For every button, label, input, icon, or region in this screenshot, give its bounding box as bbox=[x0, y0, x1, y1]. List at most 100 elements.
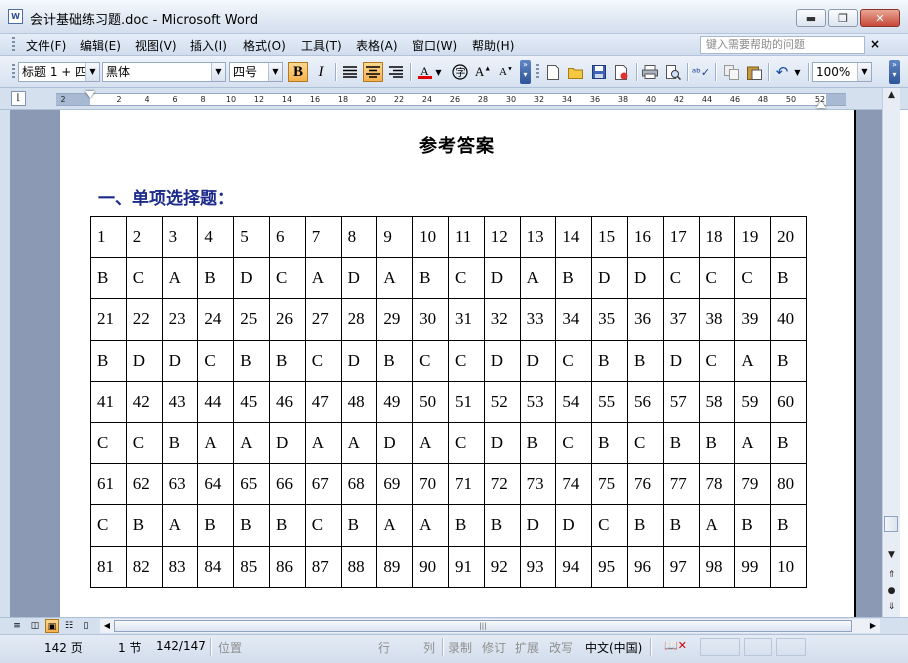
answer-cell[interactable]: D bbox=[483, 339, 521, 382]
print-preview-button[interactable] bbox=[663, 62, 683, 82]
answer-cell[interactable]: B bbox=[340, 504, 378, 547]
answer-cell[interactable]: A bbox=[161, 257, 199, 300]
spelling-button[interactable]: ᵃᵇ✓ bbox=[691, 62, 711, 82]
answer-cell[interactable]: C bbox=[555, 339, 593, 382]
question-number-cell[interactable]: 10 bbox=[770, 545, 807, 588]
question-number-cell[interactable]: 78 bbox=[698, 463, 736, 506]
font-combo[interactable]: 黑体 ▼ bbox=[102, 62, 226, 82]
question-number-cell[interactable]: 48 bbox=[340, 380, 378, 423]
answer-cell[interactable]: A bbox=[412, 421, 449, 465]
answer-cell[interactable]: D bbox=[340, 339, 378, 382]
answer-cell[interactable]: B bbox=[519, 421, 557, 465]
question-number-cell[interactable]: 94 bbox=[555, 545, 593, 588]
reading-view-icon[interactable]: ▯ bbox=[79, 619, 93, 633]
question-number-cell[interactable]: 29 bbox=[376, 298, 414, 341]
question-number-cell[interactable]: 61 bbox=[90, 463, 127, 506]
answer-cell[interactable]: D bbox=[233, 257, 270, 300]
horizontal-scroll-thumb[interactable]: ||| bbox=[114, 620, 852, 632]
copy-button[interactable] bbox=[721, 62, 741, 82]
answer-cell[interactable]: B bbox=[412, 257, 449, 300]
answer-cell[interactable]: D bbox=[268, 421, 306, 465]
answer-cell[interactable]: B bbox=[233, 504, 270, 547]
question-number-cell[interactable]: 19 bbox=[734, 215, 772, 259]
question-number-cell[interactable]: 73 bbox=[519, 463, 557, 506]
answer-cell[interactable]: B bbox=[770, 504, 807, 547]
question-number-cell[interactable]: 98 bbox=[698, 545, 736, 588]
question-number-cell[interactable]: 20 bbox=[770, 215, 807, 259]
status-record[interactable]: 录制 bbox=[448, 639, 472, 656]
answer-cell[interactable]: C bbox=[268, 257, 306, 300]
first-line-indent-marker[interactable] bbox=[85, 91, 95, 98]
answer-cell[interactable]: B bbox=[90, 339, 127, 382]
answer-cell[interactable]: C bbox=[197, 339, 235, 382]
question-number-cell[interactable]: 72 bbox=[483, 463, 521, 506]
chevron-down-icon[interactable]: ▼ bbox=[85, 63, 99, 81]
answer-cell[interactable]: B bbox=[591, 339, 628, 382]
answer-cell[interactable]: C bbox=[591, 504, 628, 547]
answer-cell[interactable]: B bbox=[233, 339, 270, 382]
chevron-down-icon[interactable]: ▼ bbox=[857, 63, 871, 81]
question-number-cell[interactable]: 97 bbox=[662, 545, 700, 588]
menu-edit[interactable]: 编辑(E) bbox=[80, 37, 121, 54]
minimize-button[interactable]: ▬ bbox=[796, 9, 826, 27]
answer-cell[interactable]: B bbox=[197, 504, 235, 547]
question-number-cell[interactable]: 70 bbox=[412, 463, 449, 506]
answer-cell[interactable]: B bbox=[591, 421, 628, 465]
menu-view[interactable]: 视图(V) bbox=[135, 37, 177, 54]
question-number-cell[interactable]: 87 bbox=[304, 545, 342, 588]
question-number-cell[interactable]: 42 bbox=[125, 380, 163, 423]
question-number-cell[interactable]: 12 bbox=[483, 215, 521, 259]
toolbar-options-chevron[interactable]: » ▾ bbox=[520, 60, 531, 84]
question-number-cell[interactable]: 85 bbox=[233, 545, 270, 588]
status-extend[interactable]: 扩展 bbox=[515, 639, 539, 656]
align-center-button[interactable] bbox=[363, 62, 383, 82]
status-overtype[interactable]: 改写 bbox=[549, 639, 573, 656]
answer-cell[interactable]: C bbox=[698, 339, 736, 382]
web-view-icon[interactable]: ◫ bbox=[28, 619, 42, 633]
answer-cell[interactable]: D bbox=[555, 504, 593, 547]
question-number-cell[interactable]: 4 bbox=[197, 215, 235, 259]
new-document-button[interactable] bbox=[543, 62, 563, 82]
answer-cell[interactable]: B bbox=[770, 257, 807, 300]
answer-cell[interactable]: B bbox=[770, 339, 807, 382]
answer-cell[interactable]: A bbox=[340, 421, 378, 465]
document-close-icon[interactable]: × bbox=[868, 37, 882, 51]
answer-cell[interactable]: C bbox=[698, 257, 736, 300]
answer-cell[interactable]: B bbox=[770, 421, 807, 465]
undo-button[interactable]: ↶ bbox=[772, 62, 792, 82]
answer-cell[interactable]: C bbox=[734, 257, 772, 300]
question-number-cell[interactable]: 93 bbox=[519, 545, 557, 588]
answer-cell[interactable]: C bbox=[447, 421, 485, 465]
question-number-cell[interactable]: 82 bbox=[125, 545, 163, 588]
answer-cell[interactable]: A bbox=[233, 421, 270, 465]
question-number-cell[interactable]: 69 bbox=[376, 463, 414, 506]
question-number-cell[interactable]: 36 bbox=[626, 298, 664, 341]
question-number-cell[interactable]: 55 bbox=[591, 380, 628, 423]
answer-cell[interactable]: C bbox=[90, 504, 127, 547]
scroll-right-icon[interactable]: ▶ bbox=[866, 619, 880, 633]
question-number-cell[interactable]: 11 bbox=[447, 215, 485, 259]
question-number-cell[interactable]: 40 bbox=[770, 298, 807, 341]
question-number-cell[interactable]: 50 bbox=[412, 380, 449, 423]
question-number-cell[interactable]: 21 bbox=[90, 298, 127, 341]
question-number-cell[interactable]: 27 bbox=[304, 298, 342, 341]
answer-cell[interactable]: A bbox=[698, 504, 736, 547]
close-button[interactable]: ✕ bbox=[860, 9, 900, 27]
open-button[interactable] bbox=[566, 62, 586, 82]
scroll-down-icon[interactable]: ▼ bbox=[884, 548, 899, 563]
question-number-cell[interactable]: 67 bbox=[304, 463, 342, 506]
toolbar-grip[interactable] bbox=[536, 64, 539, 80]
question-number-cell[interactable]: 25 bbox=[233, 298, 270, 341]
question-number-cell[interactable]: 75 bbox=[591, 463, 628, 506]
question-number-cell[interactable]: 7 bbox=[304, 215, 342, 259]
answer-cell[interactable]: C bbox=[447, 257, 485, 300]
answer-cell[interactable]: A bbox=[197, 421, 235, 465]
toolbar-options-chevron[interactable]: » ▾ bbox=[889, 60, 900, 84]
vertical-scroll-thumb[interactable] bbox=[884, 516, 898, 532]
help-search-input[interactable]: 键入需要帮助的问题 bbox=[700, 36, 865, 54]
next-page-icon[interactable]: ⇓ bbox=[884, 600, 899, 615]
answer-cell[interactable]: B bbox=[125, 504, 163, 547]
answer-cell[interactable]: C bbox=[304, 339, 342, 382]
answer-cell[interactable]: C bbox=[90, 421, 127, 465]
print-button[interactable] bbox=[640, 62, 660, 82]
